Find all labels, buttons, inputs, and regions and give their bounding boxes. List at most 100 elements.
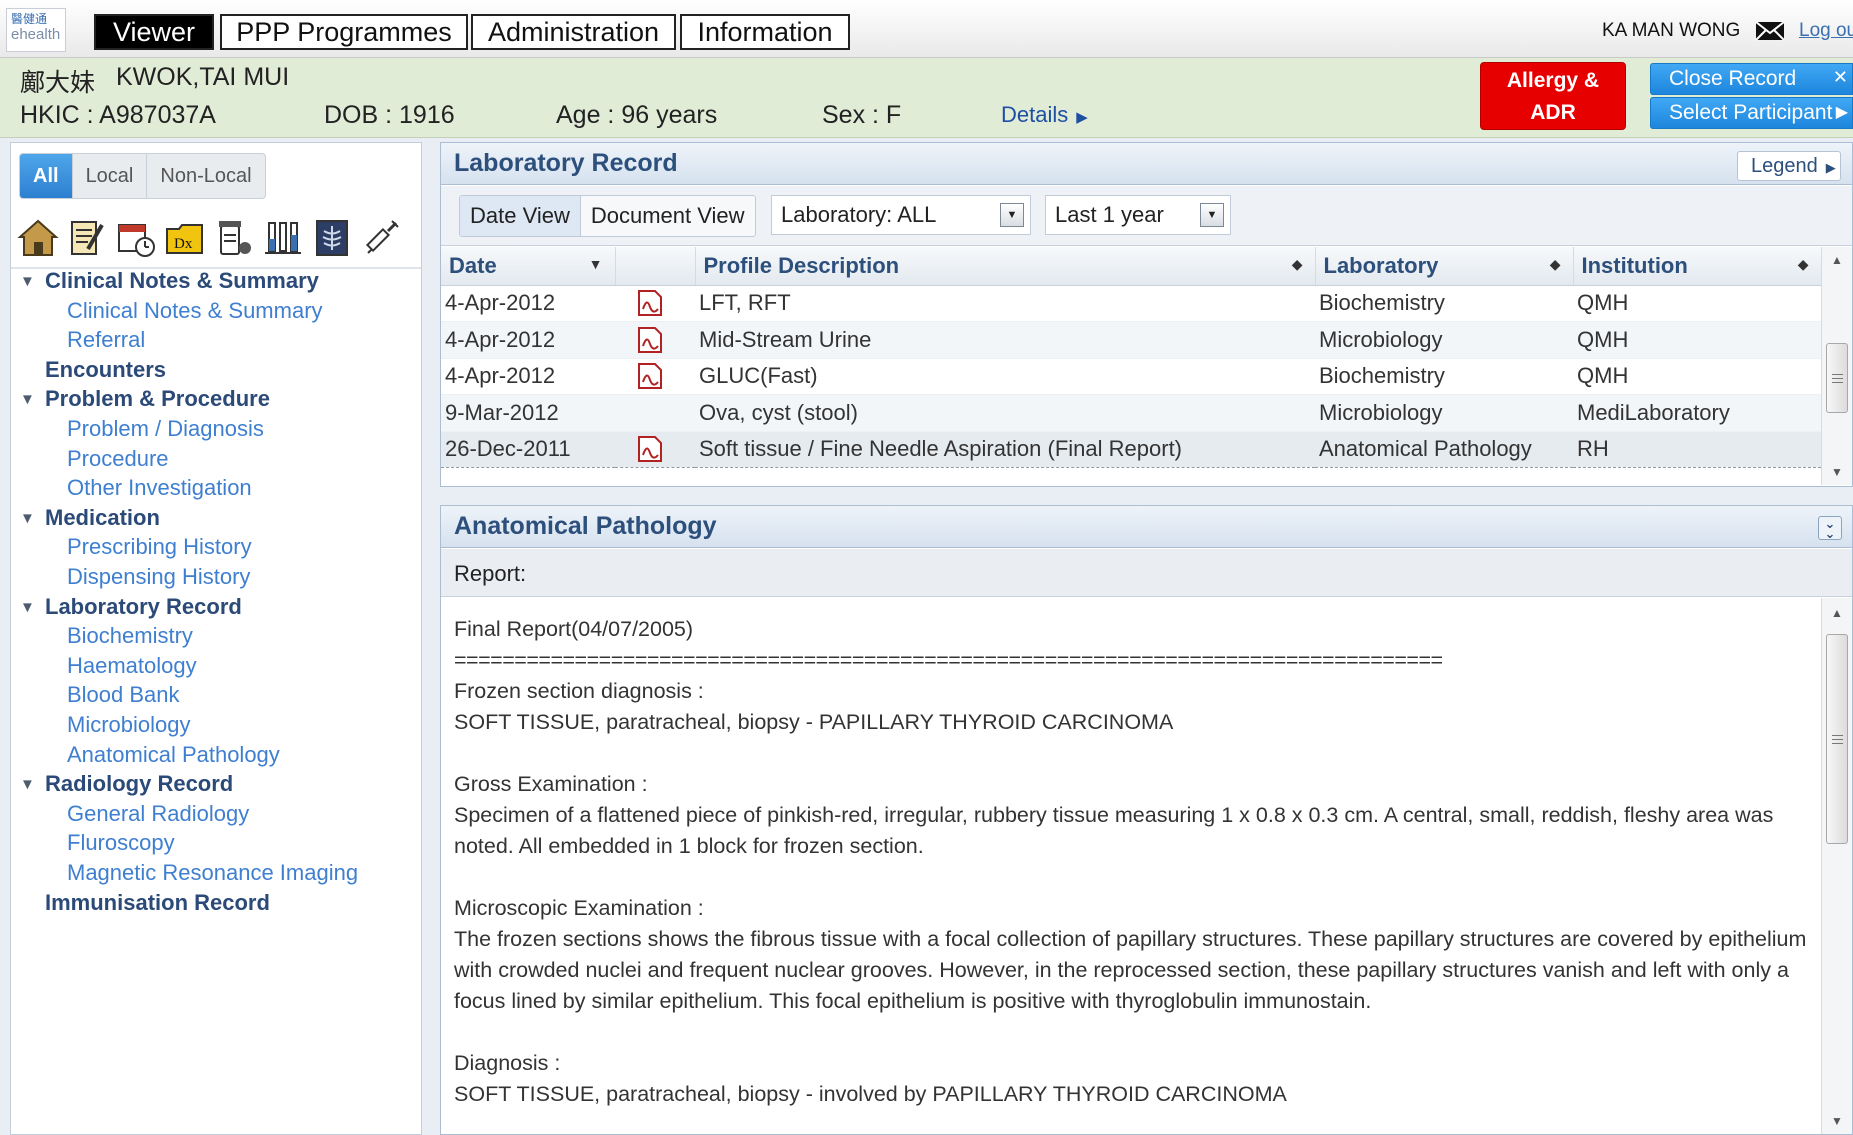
report-line: Gross Examination : — [454, 772, 648, 796]
expand-toggle-icon[interactable]: ▼ — [20, 510, 35, 527]
pdf-icon[interactable] — [637, 289, 663, 317]
ehealth-logo[interactable]: 醫健通 ehealth — [6, 8, 66, 52]
lab-table-scrollbar[interactable]: ▲ ▼ — [1821, 247, 1852, 485]
cell-institution: RH — [1573, 430, 1821, 468]
triangle-right-icon: ▶ — [1825, 160, 1836, 175]
tree-item[interactable]: Fluroscopy — [67, 830, 175, 856]
legend-button[interactable]: Legend ▶ — [1737, 151, 1841, 181]
syringe-icon[interactable] — [360, 217, 402, 259]
patient-sex: Sex : F — [822, 101, 902, 129]
radiology-icon[interactable] — [311, 217, 353, 259]
tree-item[interactable]: Haematology — [67, 653, 197, 679]
close-icon: ✕ — [1832, 67, 1848, 87]
report-text: Final Report(04/07/2005) ================… — [454, 614, 1819, 1110]
tree-item[interactable]: Anatomical Pathology — [67, 742, 280, 768]
tab-information[interactable]: Information — [680, 14, 850, 50]
pdf-icon[interactable] — [637, 435, 663, 463]
expand-toggle-icon[interactable]: ▼ — [20, 599, 35, 616]
current-user-name: KA MAN WONG — [1602, 20, 1741, 41]
tree-item[interactable]: Dispensing History — [67, 564, 250, 590]
laboratory-filter-value: Laboratory: ALL — [781, 202, 937, 227]
lab-panel-title: Laboratory Record — [454, 149, 678, 177]
calendar-icon[interactable] — [115, 217, 157, 259]
pdf-icon[interactable] — [637, 362, 663, 390]
laboratory-filter-dropdown[interactable]: Laboratory: ALL ▼ — [771, 195, 1031, 235]
tree-section[interactable]: Immunisation Record — [45, 890, 270, 916]
scope-non-local-button[interactable]: Non-Local — [147, 154, 264, 198]
column-header-date[interactable]: Date ▼ — [441, 247, 616, 286]
tree-item[interactable]: Microbiology — [67, 712, 191, 738]
table-row[interactable]: 26-Dec-2011 Soft tissue / Fine Needle Asp… — [441, 430, 1821, 468]
tree-section[interactable]: Clinical Notes & Summary — [45, 268, 319, 294]
anatomical-pathology-panel: Anatomical Pathology ⌄ ⌄ Report: Final Re… — [440, 505, 1853, 1135]
tree-section[interactable]: Encounters — [45, 357, 166, 383]
tree-item[interactable]: Problem / Diagnosis — [67, 416, 264, 442]
scroll-up-icon[interactable]: ▲ — [1822, 602, 1852, 624]
close-record-button[interactable]: Close Record ✕ — [1650, 63, 1853, 95]
tree-item[interactable]: Prescribing History — [67, 534, 252, 560]
date-view-button[interactable]: Date View — [460, 196, 581, 236]
chevron-down-icon[interactable]: ▼ — [1200, 203, 1224, 227]
mail-icon[interactable] — [1755, 21, 1785, 41]
tree-section[interactable]: Laboratory Record — [45, 594, 242, 620]
scope-local-button[interactable]: Local — [73, 154, 148, 198]
details-link[interactable]: Details ▶ — [1001, 102, 1088, 128]
column-header-profile-description[interactable]: Profile Description ◆ — [695, 247, 1316, 286]
chevron-down-icon[interactable]: ▼ — [1000, 203, 1024, 227]
cell-institution: QMH — [1573, 358, 1821, 395]
pdf-icon[interactable] — [637, 326, 663, 354]
document-view-button[interactable]: Document View — [580, 196, 755, 236]
scope-all-button[interactable]: All — [20, 154, 73, 198]
tree-item[interactable]: Biochemistry — [67, 623, 193, 649]
tree-item[interactable]: Other Investigation — [67, 475, 252, 501]
cell-profile-description: Mid-Stream Urine — [695, 321, 1315, 359]
scroll-down-icon[interactable]: ▼ — [1822, 1110, 1852, 1132]
cell-profile-description: Ova, cyst (stool) — [695, 394, 1315, 432]
column-header-laboratory[interactable]: Laboratory ◆ — [1315, 247, 1574, 286]
cell-date: 9-Mar-2012 — [441, 394, 615, 432]
select-participant-button[interactable]: Select Participant ▶ — [1650, 97, 1853, 129]
tree-section[interactable]: Problem & Procedure — [45, 386, 270, 412]
tree-item[interactable]: Blood Bank — [67, 682, 180, 708]
notes-icon[interactable] — [66, 217, 108, 259]
tree-item[interactable]: Procedure — [67, 446, 169, 472]
scroll-down-icon[interactable]: ▼ — [1822, 461, 1852, 483]
tab-ppp-programmes[interactable]: PPP Programmes — [220, 14, 468, 50]
report-spacer — [454, 1017, 1819, 1048]
lab-tubes-icon[interactable] — [262, 217, 304, 259]
medication-icon[interactable] — [213, 217, 255, 259]
tab-viewer[interactable]: Viewer — [94, 14, 214, 50]
report-scrollbar[interactable]: ▲ ▼ — [1821, 598, 1852, 1134]
expand-toggle-icon[interactable]: ▼ — [20, 776, 35, 793]
scrollbar-thumb[interactable] — [1826, 634, 1848, 844]
table-row[interactable]: 9-Mar-2012 Ova, cyst (stool) Microbiology M… — [441, 394, 1821, 432]
tree-section[interactable]: Medication — [45, 505, 160, 531]
tree-item[interactable]: Referral — [67, 327, 145, 353]
cell-institution: QMH — [1573, 285, 1821, 322]
collapse-icon[interactable]: ⌄ ⌄ — [1818, 516, 1842, 540]
scrollbar-thumb[interactable] — [1826, 343, 1848, 413]
logo-text-chinese: 醫健通 — [11, 12, 48, 26]
tree-item[interactable]: Magnetic Resonance Imaging — [67, 860, 358, 886]
tree-section[interactable]: Radiology Record — [45, 771, 233, 797]
table-row[interactable]: 4-Apr-2012 Mid-Stream Urine Microbiology QM… — [441, 321, 1821, 359]
table-row[interactable]: 4-Apr-2012 GLUC(Fast) Biochemistry QMH — [441, 358, 1821, 395]
table-row[interactable]: 4-Apr-2012 LFT, RFT Biochemistry QMH — [441, 285, 1821, 322]
report-line: Frozen section diagnosis : — [454, 679, 704, 703]
expand-toggle-icon[interactable]: ▼ — [20, 273, 35, 290]
home-icon[interactable] — [17, 217, 59, 259]
tab-administration[interactable]: Administration — [471, 14, 676, 50]
cell-document — [615, 321, 695, 359]
allergy-adr-button[interactable]: Allergy & ADR — [1480, 62, 1626, 130]
tree-item[interactable]: Clinical Notes & Summary — [67, 298, 323, 324]
column-header-institution[interactable]: Institution ◆ — [1573, 247, 1822, 286]
scroll-up-icon[interactable]: ▲ — [1822, 249, 1852, 271]
period-filter-dropdown[interactable]: Last 1 year ▼ — [1045, 195, 1231, 235]
tree-item[interactable]: General Radiology — [67, 801, 249, 827]
expand-toggle-icon[interactable]: ▼ — [20, 391, 35, 408]
sort-icon: ◆ — [1549, 256, 1561, 272]
lab-results-table: Date ▼ Profile Description ◆ Laboratory ◆ I… — [441, 247, 1822, 468]
patient-english-name: KWOK,TAI MUI — [116, 63, 290, 91]
diagnosis-icon[interactable]: Dx — [164, 217, 206, 259]
logout-link[interactable]: Log out — [1799, 20, 1853, 42]
